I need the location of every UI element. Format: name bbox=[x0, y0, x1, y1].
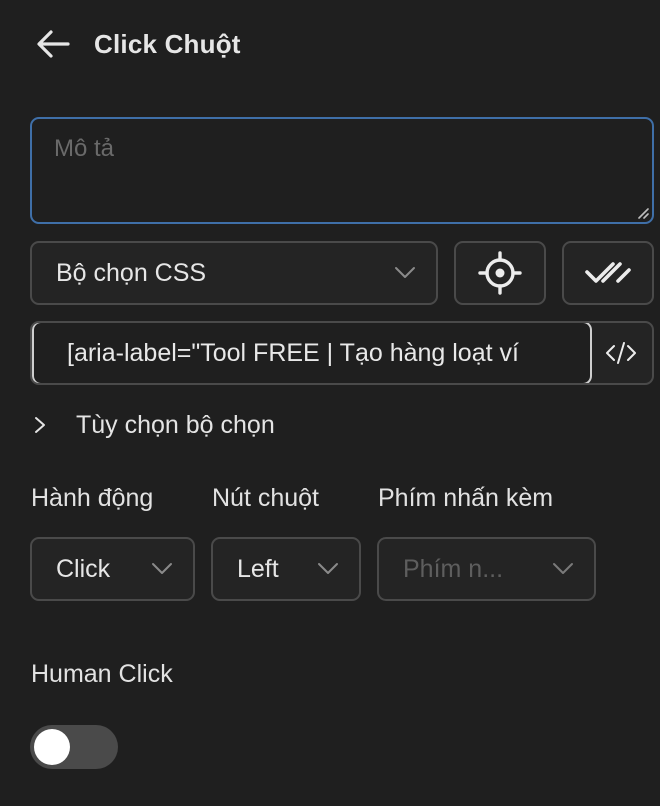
selector-input[interactable]: [aria-label="Tool FREE | Tạo hàng loạt v… bbox=[32, 323, 592, 383]
page-title: Click Chuột bbox=[94, 28, 241, 59]
resize-grip-icon[interactable] bbox=[635, 205, 649, 219]
back-button[interactable] bbox=[36, 24, 72, 64]
code-editor-button[interactable] bbox=[590, 323, 652, 383]
description-placeholder: Mô tả bbox=[54, 135, 115, 162]
action-value: Click bbox=[56, 554, 111, 583]
mouse-button-select[interactable]: Left bbox=[211, 537, 361, 601]
modifier-keys-label: Phím nhấn kèm bbox=[378, 484, 554, 512]
selector-options-label: Tùy chọn bộ chọn bbox=[76, 410, 275, 439]
human-click-toggle[interactable] bbox=[30, 725, 118, 769]
verify-selector-button[interactable] bbox=[562, 241, 654, 305]
selector-type-value: Bộ chọn CSS bbox=[56, 258, 207, 287]
chevron-right-icon bbox=[35, 417, 45, 433]
selector-value: [aria-label="Tool FREE | Tạo hàng loạt v… bbox=[67, 338, 519, 367]
action-label: Hành động bbox=[31, 484, 154, 512]
action-select[interactable]: Click bbox=[30, 537, 195, 601]
mouse-button-label: Nút chuột bbox=[212, 484, 320, 512]
double-check-icon bbox=[585, 262, 631, 283]
chevron-down-icon bbox=[553, 563, 573, 574]
mouse-button-value: Left bbox=[237, 554, 279, 583]
modifier-keys-placeholder: Phím n... bbox=[403, 554, 504, 583]
selector-type-select[interactable]: Bộ chọn CSS bbox=[30, 241, 438, 305]
crosshair-icon bbox=[478, 251, 522, 295]
selector-input-group: [aria-label="Tool FREE | Tạo hàng loạt v… bbox=[30, 321, 654, 385]
toggle-knob bbox=[34, 729, 70, 765]
chevron-down-icon bbox=[395, 267, 415, 278]
chevron-down-icon bbox=[152, 563, 172, 574]
modifier-keys-select[interactable]: Phím n... bbox=[377, 537, 596, 601]
description-field[interactable]: Mô tả bbox=[30, 117, 654, 224]
chevron-down-icon bbox=[318, 563, 338, 574]
click-mouse-panel: Click Chuột Mô tả Bộ chọn CSS [aria-labe… bbox=[0, 0, 660, 806]
code-icon bbox=[606, 342, 636, 364]
human-click-label: Human Click bbox=[31, 660, 173, 688]
arrow-left-icon bbox=[37, 30, 70, 58]
pick-element-button[interactable] bbox=[454, 241, 546, 305]
selector-options-toggle[interactable]: Tùy chọn bộ chọn bbox=[32, 405, 275, 445]
header: Click Chuột bbox=[36, 24, 241, 64]
